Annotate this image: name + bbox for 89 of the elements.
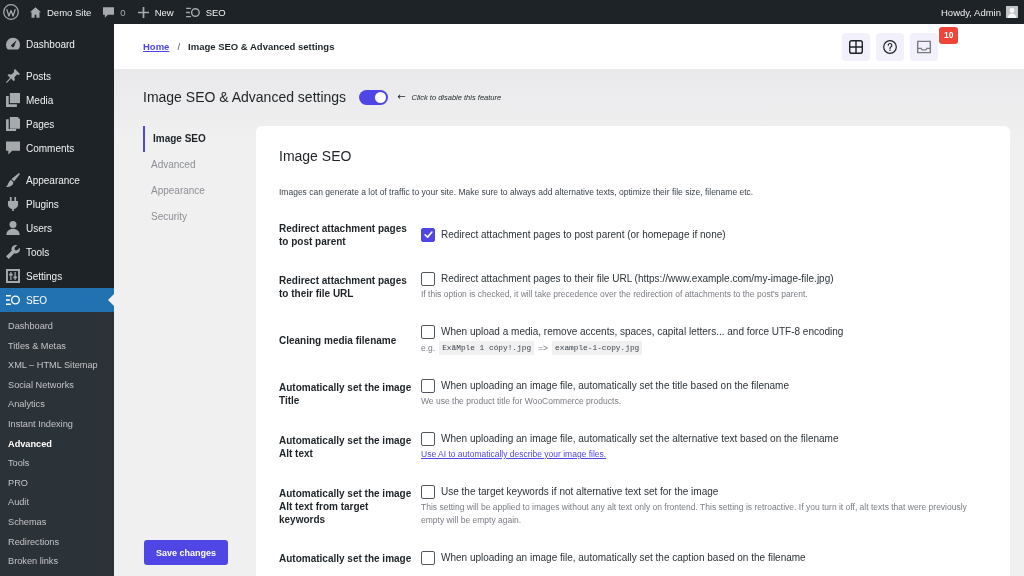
logo-icon bbox=[3, 4, 19, 20]
menu-item[interactable]: Settings bbox=[0, 264, 114, 288]
submenu-item[interactable]: Audit bbox=[0, 493, 114, 513]
hint-arrow: ← bbox=[397, 90, 406, 104]
help-icon bbox=[883, 39, 897, 54]
breadcrumb-separator: / bbox=[177, 41, 181, 52]
option-label: When uploading an image file, automatically set the title based on the filename bbox=[441, 379, 789, 393]
option-label: When uploading an image file, automatically set the caption based on the filename bbox=[441, 551, 806, 565]
checkbox[interactable] bbox=[421, 379, 435, 393]
apps-button[interactable] bbox=[842, 32, 870, 61]
plus-icon bbox=[137, 6, 149, 18]
feature-toggle[interactable] bbox=[359, 89, 389, 105]
new-content-link[interactable]: New bbox=[131, 0, 180, 24]
notification-badge: 10 bbox=[939, 26, 959, 44]
menu-item[interactable]: Plugins bbox=[0, 192, 114, 216]
person-icon bbox=[6, 221, 20, 235]
submenu-item[interactable]: Titles & Metas bbox=[0, 336, 114, 357]
help-text: We use the product title for WooCommerce products. bbox=[421, 395, 621, 408]
menu-item[interactable]: Users bbox=[0, 216, 114, 240]
checkbox[interactable] bbox=[421, 272, 435, 286]
section-description: Images can generate a lot of traffic to your site. Make sure to always add alternative texts, optimize their file size, filename etc. bbox=[279, 186, 755, 198]
menu-item[interactable]: Appearance bbox=[0, 168, 114, 192]
help-text: If this option is checked, it will take precedence over the redirection of attachments to the post's parent. bbox=[421, 288, 808, 301]
submenu-item[interactable]: Dashboard bbox=[0, 317, 114, 337]
submenu-item[interactable]: Analytics bbox=[0, 395, 114, 415]
submenu-item[interactable]: XML – HTML Sitemap bbox=[0, 356, 114, 376]
checkmark-icon bbox=[423, 231, 433, 239]
setting-label: Automatically set the image Title bbox=[279, 380, 413, 407]
submenu-item[interactable]: Broken links bbox=[0, 552, 114, 572]
help-button[interactable] bbox=[876, 32, 904, 61]
checkbox[interactable] bbox=[421, 228, 435, 242]
menu-item[interactable]: Pages bbox=[0, 112, 114, 136]
submenu-item[interactable]: PRO bbox=[0, 473, 114, 494]
section-title: Image SEO bbox=[279, 147, 353, 166]
menu-item[interactable]: Tools bbox=[0, 240, 114, 264]
notifications-button[interactable] bbox=[910, 32, 938, 61]
option-label: Use the target keywords if not alternative text set for the image bbox=[441, 485, 719, 499]
setting-label: Automatically set the image bbox=[279, 551, 413, 565]
submenu-item[interactable]: Instant Indexing bbox=[0, 414, 114, 435]
comments-link[interactable]: 0 bbox=[97, 0, 132, 24]
grid-icon bbox=[849, 39, 863, 54]
setting-label: Automatically set the image Alt text from target keywords bbox=[279, 486, 413, 526]
documents-icon bbox=[6, 117, 20, 131]
speech-bubble-icon bbox=[103, 6, 115, 18]
menu-item[interactable]: Comments bbox=[0, 136, 114, 160]
avatar-icon bbox=[1006, 6, 1018, 18]
checkbox[interactable] bbox=[421, 485, 435, 499]
page-title: Image SEO & Advanced settings bbox=[143, 88, 347, 107]
home-icon bbox=[30, 6, 41, 18]
checkbox[interactable] bbox=[421, 551, 435, 565]
paintbrush-icon bbox=[6, 173, 20, 187]
option-label: When upload a media, remove accents, spaces, capital letters... and force UTF-8 encoding bbox=[441, 325, 844, 339]
setting-label: Redirect attachment pages to post parent bbox=[279, 222, 408, 248]
submenu-item[interactable]: Redirections bbox=[0, 532, 114, 553]
menu-item[interactable]: SEO bbox=[0, 288, 114, 312]
save-button[interactable]: Save changes bbox=[144, 540, 229, 565]
help-text: This setting will be applied to images without any alt text only on frontend. This setting is retroactive. If you turn it off, alt texts that were previously empty will be empty again. bbox=[421, 501, 968, 527]
submenu-item[interactable]: Tools bbox=[0, 454, 114, 474]
sliders-icon bbox=[6, 269, 20, 283]
pin-icon bbox=[6, 69, 20, 83]
breadcrumb-link[interactable]: Home bbox=[143, 41, 170, 52]
logo-icon bbox=[185, 6, 200, 18]
submenu-item[interactable]: Schemas bbox=[0, 512, 114, 533]
plug-icon bbox=[6, 197, 20, 211]
wrench-icon bbox=[6, 245, 20, 259]
checkbox[interactable] bbox=[421, 325, 435, 339]
submenu-item[interactable]: Advanced bbox=[0, 434, 114, 455]
inbox-icon bbox=[917, 39, 931, 54]
option-label: When uploading an image file, automatically set the alternative text based on the filename bbox=[441, 432, 839, 446]
settings-tab[interactable]: Image SEO bbox=[143, 126, 212, 152]
speech-bubble-icon bbox=[6, 141, 20, 155]
gauge-icon bbox=[6, 37, 20, 51]
account-menu[interactable]: Howdy, Admin bbox=[935, 0, 1024, 24]
menu-item[interactable]: Dashboard bbox=[0, 32, 114, 56]
help-link[interactable]: Use AI to automatically describe your image files. bbox=[421, 448, 607, 461]
stacked-squares-icon bbox=[6, 93, 20, 107]
setting-label: Cleaning media filename bbox=[279, 333, 398, 347]
menu-item[interactable]: Media bbox=[0, 88, 114, 112]
site-link[interactable]: Demo Site bbox=[24, 0, 98, 24]
checkbox[interactable] bbox=[421, 432, 435, 446]
option-label: Redirect attachment pages to their file URL (https://www.example.com/my-image-file.jpg) bbox=[441, 272, 834, 286]
menu-item[interactable]: Posts bbox=[0, 64, 114, 88]
setting-label: Automatically set the image Alt text bbox=[279, 433, 413, 460]
submenu-item[interactable]: Social Networks bbox=[0, 375, 114, 396]
setting-label: Redirect attachment pages to their file URL bbox=[279, 273, 408, 300]
option-label: Redirect attachment pages to post parent (or homepage if none) bbox=[441, 228, 726, 242]
logo-icon bbox=[6, 293, 20, 307]
breadcrumb-current: Image SEO & Advanced settings bbox=[188, 41, 335, 52]
seo-menu-link[interactable]: SEO bbox=[179, 0, 232, 24]
